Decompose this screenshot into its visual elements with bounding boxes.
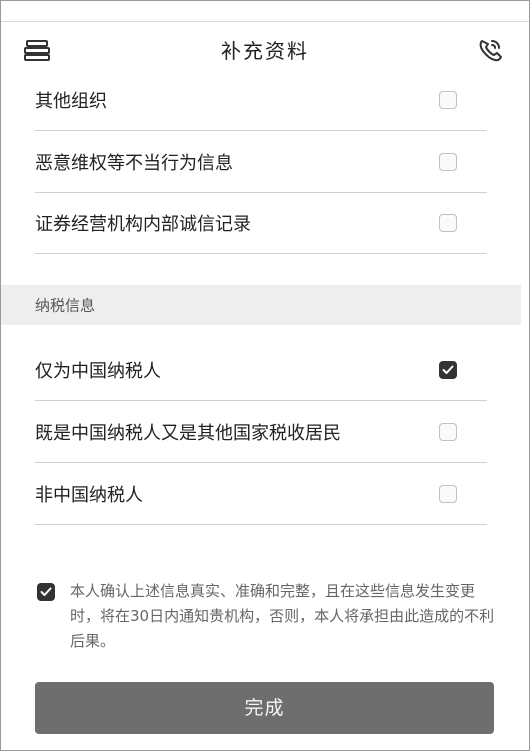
option-label: 证券经营机构内部诚信记录: [35, 213, 251, 235]
option-checkbox[interactable]: [439, 422, 457, 441]
option-label: 其他组织: [35, 90, 107, 112]
option-row-other-org[interactable]: 其他组织: [35, 69, 487, 131]
status-bar: [1, 1, 529, 22]
tax-option-non-china[interactable]: 非中国纳税人: [35, 463, 487, 525]
option-label: 非中国纳税人: [35, 484, 143, 506]
confirmation-text: 本人确认上述信息真实、准确和完整，且在这些信息发生变更时，将在30日内通知贵机构…: [70, 582, 495, 650]
option-label: 既是中国纳税人又是其他国家税收居民: [35, 422, 341, 444]
option-checkbox[interactable]: [439, 484, 457, 503]
phone-call-icon[interactable]: [475, 35, 505, 65]
header-bar: 补充资料: [1, 23, 529, 75]
option-label: 仅为中国纳税人: [35, 360, 161, 382]
app-screen: 补充资料 其他组织 恶意维权等不当行为信息 证券经营机构内部诚信记录 纳税信息 …: [0, 0, 530, 751]
section-title: 纳税信息: [35, 296, 96, 315]
option-checkbox[interactable]: [439, 213, 457, 232]
option-checkbox[interactable]: [439, 152, 457, 171]
option-checkbox-checked[interactable]: [439, 360, 457, 379]
page-title: 补充资料: [221, 39, 309, 63]
option-row-integrity-record[interactable]: 证券经营机构内部诚信记录: [35, 192, 487, 254]
option-checkbox[interactable]: [439, 90, 457, 109]
tax-section-header: 纳税信息: [1, 285, 521, 325]
option-label: 恶意维权等不当行为信息: [35, 152, 233, 174]
confirmation-checkbox[interactable]: [37, 583, 55, 601]
done-button[interactable]: 完成: [35, 682, 494, 734]
tax-option-dual-resident[interactable]: 既是中国纳税人又是其他国家税收居民: [35, 401, 487, 463]
option-row-malicious-rights[interactable]: 恶意维权等不当行为信息: [35, 131, 487, 193]
tax-option-china-only[interactable]: 仅为中国纳税人: [35, 339, 487, 401]
